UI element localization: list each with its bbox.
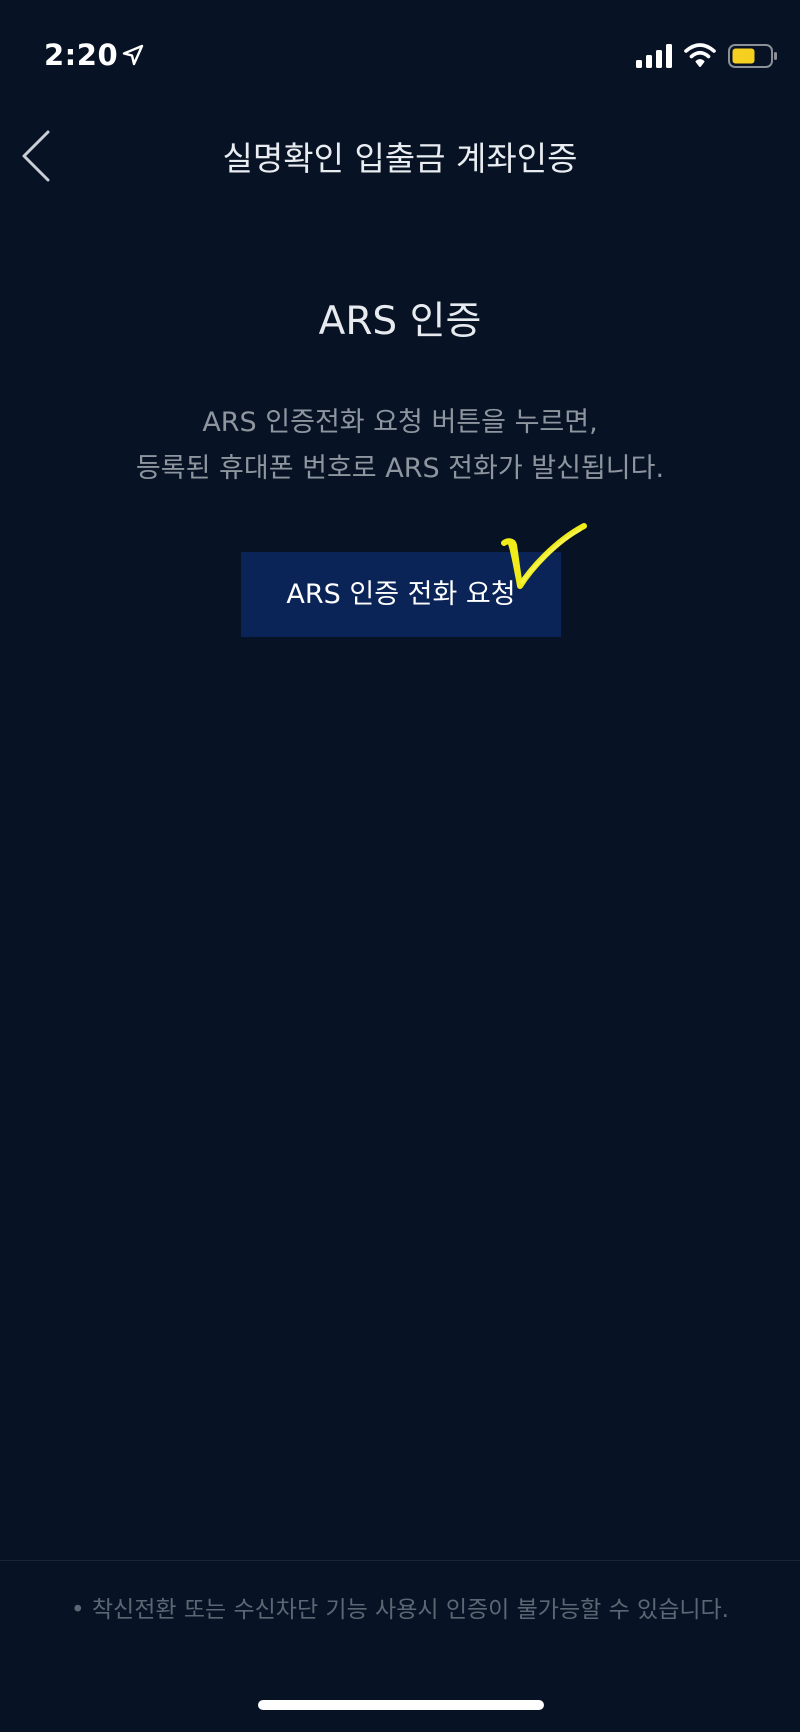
navigation-header: 실명확인 입출금 계좌인증 bbox=[0, 110, 800, 200]
page-title: 실명확인 입출금 계좌인증 bbox=[222, 139, 578, 178]
location-arrow-icon bbox=[122, 44, 144, 66]
status-bar: 2:20 bbox=[0, 0, 800, 110]
battery-icon bbox=[728, 44, 777, 68]
footer-divider bbox=[0, 1560, 800, 1561]
ars-description: ARS 인증전화 요청 버튼을 누르면, 등록된 휴대폰 번호로 ARS 전화가… bbox=[0, 400, 800, 492]
footer-notice: • 착신전환 또는 수신차단 기능 사용시 인증이 불가능할 수 있습니다. bbox=[71, 1597, 729, 1623]
ars-section-title: ARS 인증 bbox=[318, 299, 482, 344]
wifi-icon bbox=[684, 43, 716, 67]
cellular-signal-icon bbox=[636, 44, 672, 68]
ars-call-request-button[interactable]: ARS 인증 전화 요청 bbox=[241, 552, 561, 637]
description-line-2: 등록된 휴대폰 번호로 ARS 전화가 발신됩니다. bbox=[135, 453, 665, 484]
home-indicator[interactable] bbox=[258, 1700, 544, 1710]
screen: 2:20 실명확인 입출금 계좌인증 ARS 인증 ARS 인증전화 요청 버튼… bbox=[0, 0, 800, 1732]
description-line-1: ARS 인증전화 요청 버튼을 누르면, bbox=[202, 407, 598, 438]
status-time: 2:20 bbox=[44, 38, 119, 72]
